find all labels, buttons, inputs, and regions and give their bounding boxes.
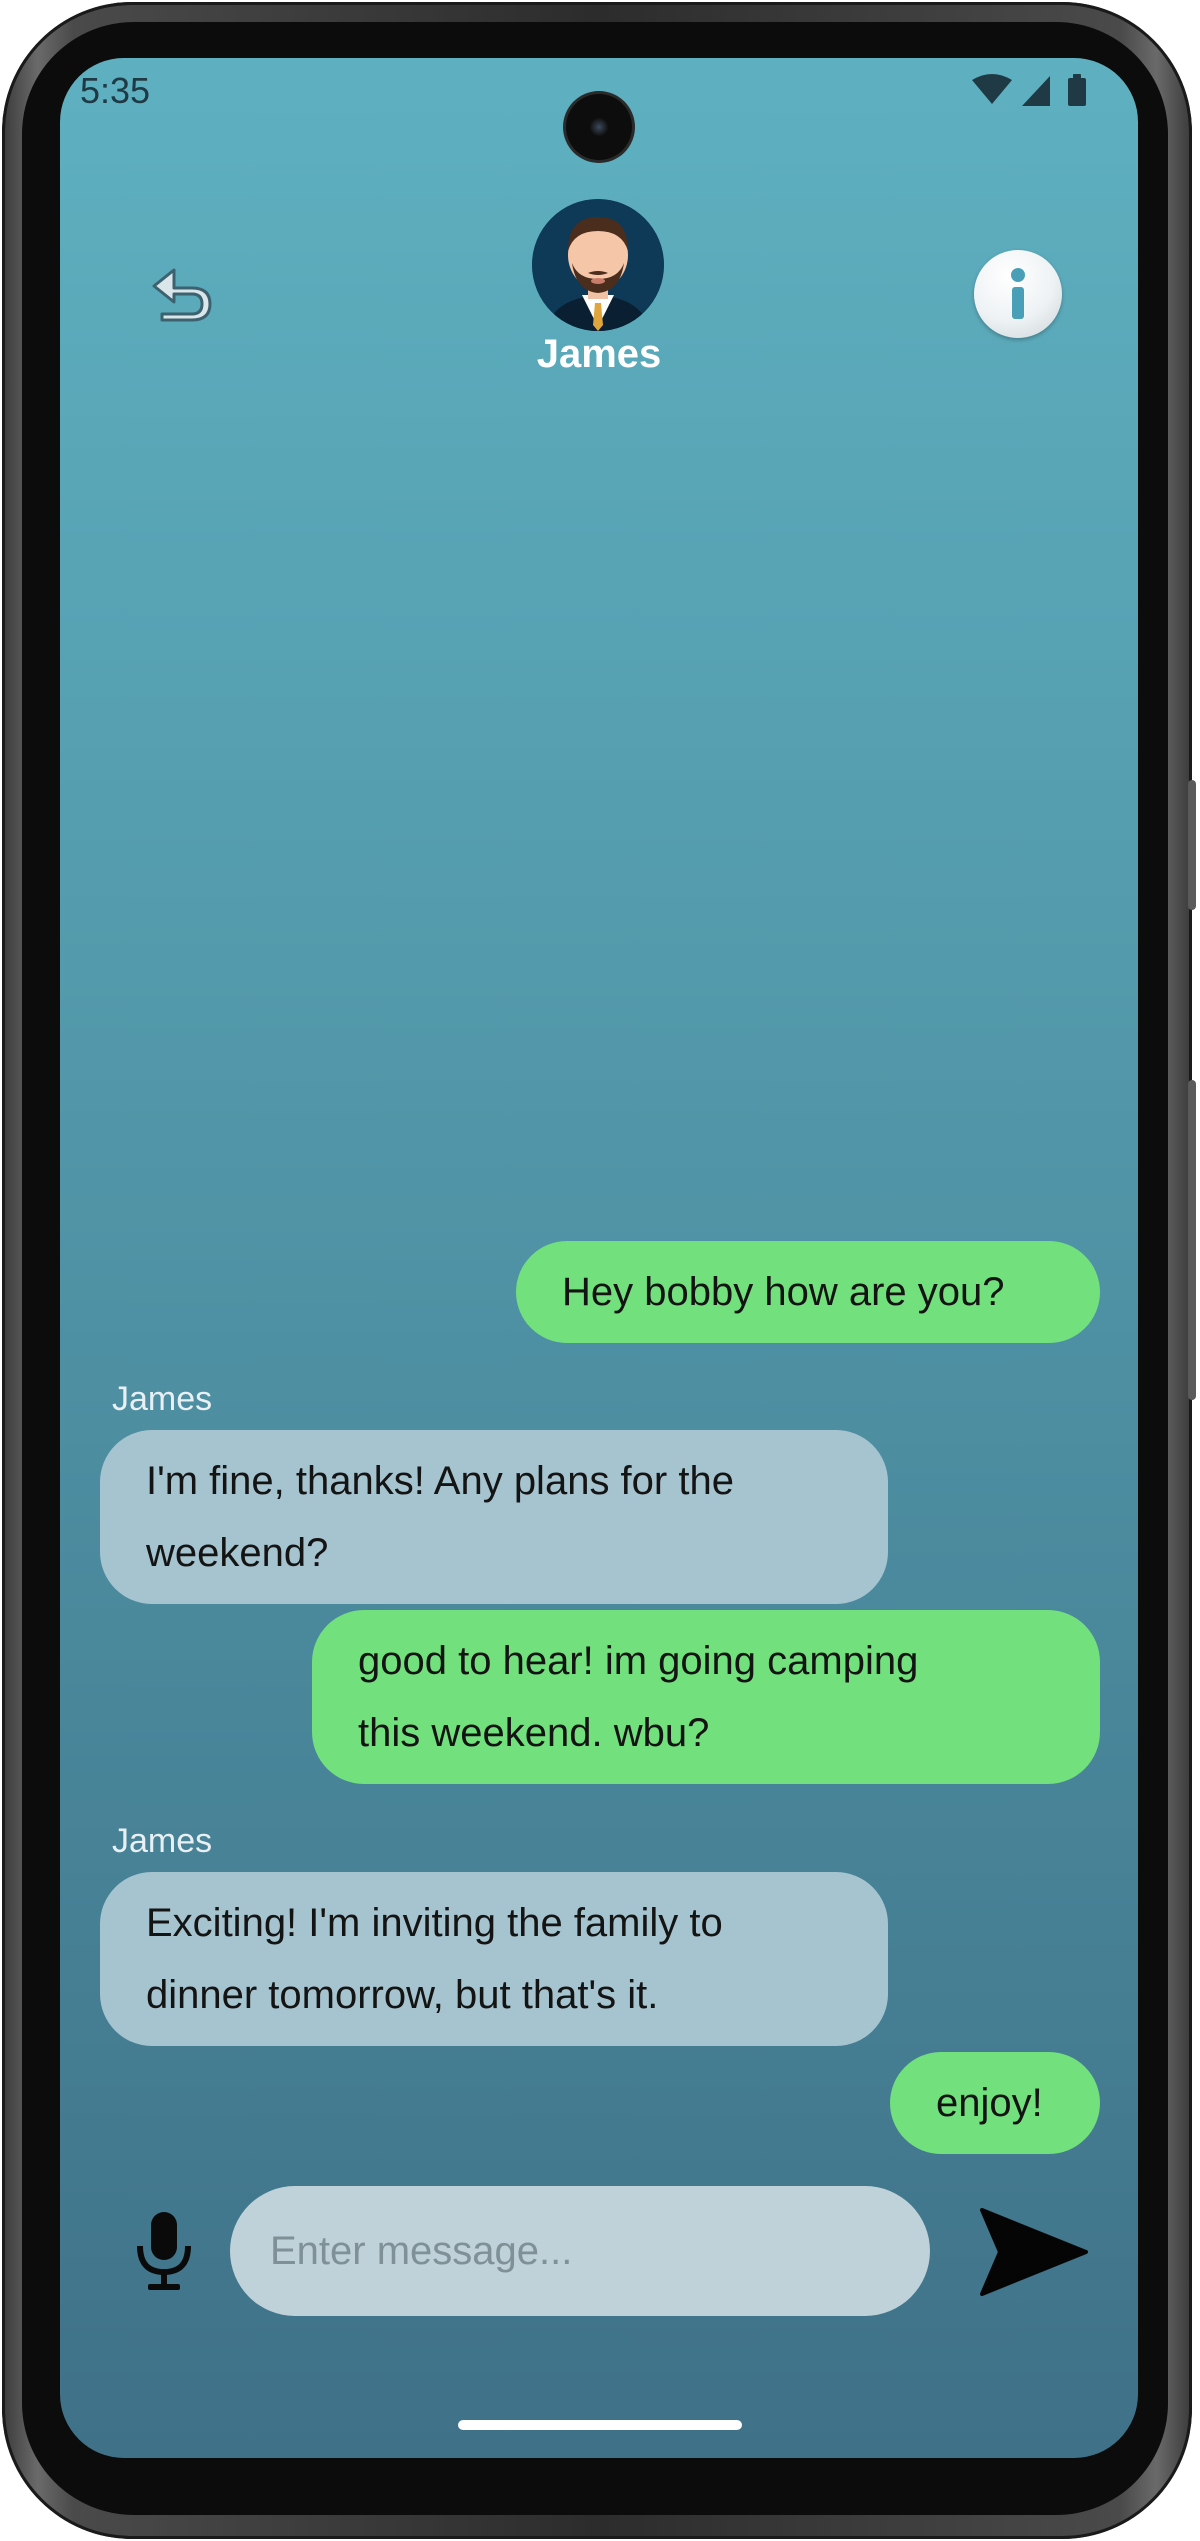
status-icons — [972, 74, 1086, 106]
man-with-beard-avatar — [532, 199, 664, 331]
message-bubble-received[interactable]: Exciting! I'm inviting the family to din… — [100, 1872, 888, 2046]
power-button — [1188, 780, 1196, 910]
message-bubble-sent[interactable]: Hey bobby how are you? — [516, 1241, 1100, 1343]
message-bubble-sent[interactable]: enjoy! — [890, 2052, 1100, 2154]
microphone-button[interactable] — [134, 2210, 194, 2294]
sender-name: James — [112, 1380, 213, 1418]
back-button[interactable] — [146, 262, 216, 322]
send-icon — [980, 2208, 1088, 2296]
avatar[interactable] — [532, 199, 664, 331]
message-bubble-received[interactable]: I'm fine, thanks! Any plans for the week… — [100, 1430, 888, 1604]
message-text-line: I'm fine, thanks! Any plans for the — [146, 1459, 734, 1503]
message-text-line: good to hear! im going camping — [358, 1639, 919, 1683]
message-text-line: Exciting! I'm inviting the family to — [146, 1901, 723, 1945]
battery-icon — [1068, 78, 1086, 106]
message-text-line: this weekend. wbu? — [358, 1711, 710, 1755]
message-text: enjoy! — [936, 2081, 1043, 2125]
message-text-line: weekend? — [146, 1531, 329, 1575]
message-text: Hey bobby how are you? — [562, 1270, 1005, 1314]
microphone-icon — [137, 2212, 191, 2290]
volume-button — [1188, 1080, 1196, 1400]
contact-name: James — [536, 332, 662, 376]
message-input[interactable] — [230, 2186, 930, 2316]
info-button[interactable] — [974, 250, 1062, 338]
status-time: 5:35 — [80, 70, 151, 111]
send-button[interactable] — [978, 2206, 1090, 2298]
wifi-icon — [972, 74, 1012, 104]
home-indicator[interactable] — [458, 2420, 742, 2430]
signal-icon — [1022, 76, 1050, 106]
undo-arrow-icon — [152, 268, 212, 322]
front-camera — [566, 94, 632, 160]
sender-name: James — [112, 1822, 213, 1860]
message-text-line: dinner tomorrow, but that's it. — [146, 1973, 659, 2017]
message-bubble-sent[interactable]: good to hear! im going camping this week… — [312, 1610, 1100, 1784]
info-icon — [1011, 268, 1025, 319]
chat-screen: 5:35 James Hey bobby how are you? James … — [60, 58, 1138, 2458]
